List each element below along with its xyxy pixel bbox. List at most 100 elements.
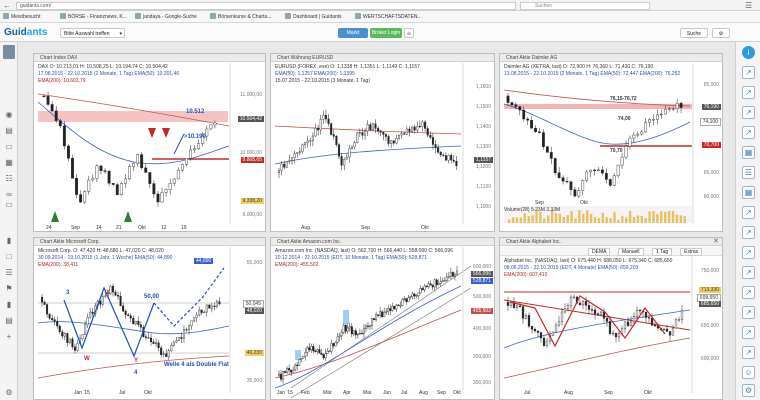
chart-widget-icon[interactable]: ↗	[742, 106, 755, 119]
user-icon[interactable]: ☺	[742, 366, 755, 379]
add-icon[interactable]: +	[4, 332, 14, 341]
display-icon[interactable]: ▭	[4, 200, 14, 209]
candle-body	[114, 291, 117, 296]
document-icon[interactable]: ▤	[4, 316, 14, 325]
bookmark-item[interactable]: Dashboard | Guidants	[285, 13, 342, 21]
address-bar[interactable]: guidants.com/	[16, 2, 516, 10]
chart-plot[interactable]	[34, 54, 266, 232]
candle-body	[515, 305, 519, 308]
bookmark-item[interactable]: WERTSCHAFTSDATEN...	[355, 13, 422, 21]
x-tick: Okt	[644, 390, 652, 396]
candle-body	[405, 128, 408, 135]
chart-widget-icon[interactable]: ↗	[742, 86, 755, 99]
settings-icon[interactable]: ⚙	[742, 384, 755, 397]
candle-body	[419, 288, 422, 294]
chart-plot[interactable]	[271, 54, 495, 232]
workspace-select[interactable]: Bitte Auswahl treffen ▾	[60, 28, 125, 38]
chart-window-microsoft[interactable]: Chart Aktie Microsoft Corp. Microsoft Co…	[33, 237, 266, 400]
price-tag: 60,000	[703, 194, 719, 200]
chart-widget-icon[interactable]: ↗	[742, 246, 755, 259]
link-icon[interactable]: ∞	[4, 190, 14, 199]
gear-icon[interactable]: ⚙	[4, 388, 14, 397]
chart-window-dax[interactable]: Chart Index DAX DAX O: 10.213,01 H: 10.5…	[33, 53, 266, 232]
chart-widget-icon[interactable]: ↗	[742, 126, 755, 139]
candle-body	[431, 284, 434, 288]
chart-window-alphabet[interactable]: Chart Aktie Alphabet Inc. DEMA Manuell 1…	[499, 237, 723, 400]
candle-body	[344, 324, 347, 332]
list-icon[interactable]: ☰	[742, 166, 755, 179]
chart-window-amazon[interactable]: Chart Aktie Amazon.com Inc. Amazon.com I…	[270, 237, 495, 400]
browser-search-input[interactable]: Suchen	[520, 2, 650, 10]
chart-plot[interactable]	[271, 238, 495, 400]
bookmark-item[interactable]: BÖRSE - Finanznews, K...	[60, 13, 127, 21]
candle-body	[443, 280, 446, 282]
bookmark-item[interactable]: Börsenkurse & Charta...	[210, 13, 271, 21]
chart-widget-icon[interactable]: ↗	[742, 326, 755, 339]
window-icon[interactable]: □	[4, 252, 14, 261]
candle-body	[425, 285, 428, 288]
x-tick: 12	[161, 225, 167, 231]
annotation-support: 70,70	[610, 148, 623, 154]
info-icon[interactable]: i	[742, 46, 755, 59]
candle-body	[538, 131, 541, 133]
chart-widget-icon[interactable]: ↗	[742, 306, 755, 319]
candle-body	[602, 311, 606, 319]
market-button[interactable]: Markt	[338, 28, 368, 38]
logo[interactable]: Guidants	[4, 27, 47, 38]
chart-plot[interactable]	[34, 238, 266, 400]
candle-body	[164, 189, 168, 193]
chart-window-eurusd[interactable]: Chart Währung EURUSD EURUSD (FOREX, exe)…	[270, 53, 495, 232]
chart-widget-icon[interactable]: ↗	[742, 266, 755, 279]
volume-bar	[531, 215, 534, 223]
volume-bar	[511, 217, 515, 223]
search-button[interactable]: Suche	[680, 28, 708, 38]
volume-bar	[562, 217, 565, 223]
wave-annotation: Welle 4 als Double Flat	[164, 362, 229, 368]
user-button[interactable]: ⚙	[712, 28, 730, 38]
chart-widget-icon[interactable]: ↗	[742, 66, 755, 79]
avatar[interactable]	[3, 45, 15, 59]
list-icon[interactable]: ☰	[4, 268, 14, 277]
chart-plot[interactable]	[500, 54, 723, 232]
candle-body	[310, 346, 313, 351]
chart-widget-icon[interactable]: ↗	[742, 206, 755, 219]
candle-body	[167, 350, 170, 357]
bookmark-icon	[135, 13, 141, 19]
volume-bar	[664, 211, 667, 223]
candle-body	[437, 283, 440, 285]
briefcase-icon[interactable]: ▦	[4, 158, 14, 167]
candle-body	[111, 285, 114, 293]
price-tag: 600,000	[472, 264, 491, 270]
bookmark-item[interactable]: Meistbesucht	[3, 13, 40, 21]
chart-widget-icon[interactable]: ↗	[742, 226, 755, 239]
chart-widget-icon[interactable]: ↗	[742, 286, 755, 299]
candle-body	[384, 134, 387, 137]
flag-icon[interactable]: ⚑	[4, 284, 14, 293]
highlight-zone	[343, 310, 349, 324]
candle-body	[364, 325, 367, 329]
grid-icon[interactable]: ▦	[742, 146, 755, 159]
chart-widget-icon[interactable]: ↗	[742, 346, 755, 359]
candle-body	[155, 342, 158, 344]
bookmark-icon[interactable]: ▮	[4, 300, 14, 309]
eye-icon[interactable]: ◉	[4, 110, 14, 119]
menu-icon[interactable]: ☰	[745, 1, 752, 10]
chart-icon[interactable]: ▤	[4, 126, 14, 135]
candle-body	[671, 327, 675, 336]
candle-body	[608, 321, 612, 334]
grid-icon[interactable]: ▦	[742, 186, 755, 199]
candle-body	[671, 108, 675, 110]
chart-plot[interactable]	[500, 238, 723, 400]
calendar-icon[interactable]: ☷	[4, 174, 14, 183]
monitor-icon[interactable]: ▭	[4, 142, 14, 151]
volume-bar	[554, 213, 558, 223]
bookmark-icon[interactable]: ▮	[4, 236, 14, 245]
bookmark-item[interactable]: jandaya - Google-Suche	[135, 13, 197, 21]
candle-body	[648, 119, 651, 123]
back-icon[interactable]: ←	[3, 1, 11, 10]
broker-login-button[interactable]: Broker Login	[370, 28, 402, 38]
candle-body	[421, 121, 424, 127]
chart-window-daimler[interactable]: Chart Aktie Daimler AG Daimler AG (XETRA…	[499, 53, 723, 232]
candle-body	[351, 146, 354, 149]
link-icon[interactable]: ∞	[404, 28, 414, 38]
